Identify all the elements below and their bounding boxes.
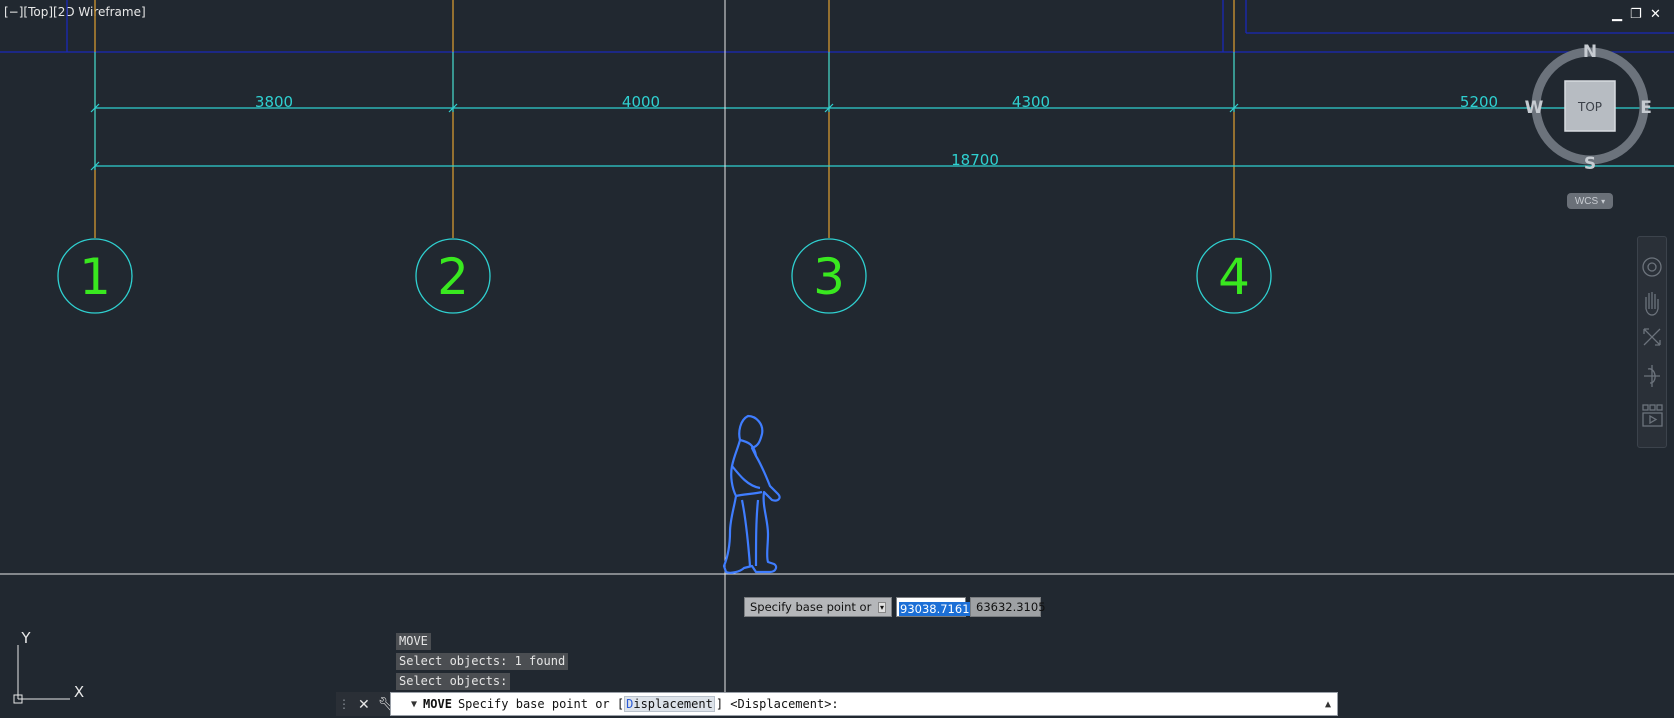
zoom-extents-icon xyxy=(1643,328,1661,346)
showmotion-icon xyxy=(1642,412,1663,427)
dynamic-input-prompt-text: Specify base point or xyxy=(750,600,872,614)
dynamic-input-prompt: Specify base point or ▾ xyxy=(744,597,892,617)
dimension-lines xyxy=(90,52,1674,171)
wcs-label: WCS xyxy=(1574,195,1599,207)
pan-hand-icon xyxy=(1645,292,1659,316)
option-label: isplacement xyxy=(633,697,713,711)
wcs-menu-button[interactable]: WCS ▾ xyxy=(1567,193,1613,209)
dynamic-input-y-field[interactable]: 63632.3105 xyxy=(970,597,1046,617)
crosshair-cursor xyxy=(0,0,1674,692)
dimension-text: 4000 xyxy=(622,93,660,111)
ucs-y-label: Y xyxy=(20,629,31,647)
grid-bubbles xyxy=(57,238,1272,314)
grip-handle-icon[interactable]: ⋮ xyxy=(338,697,350,711)
dynamic-input-x-value: 93038.7161 xyxy=(899,602,971,616)
navigation-bar-icons xyxy=(1642,257,1663,427)
ucs-x-label: X xyxy=(74,683,84,701)
command-prompt-text: Specify base point or [ xyxy=(457,697,625,711)
dynamic-input-x-field[interactable]: 93038.7161 xyxy=(896,597,971,617)
chevron-up-icon[interactable]: ▲ xyxy=(1325,699,1331,710)
steering-wheel-icon xyxy=(1642,257,1662,277)
dimension-text: 4300 xyxy=(1012,93,1050,111)
navigation-bar[interactable] xyxy=(1637,236,1667,448)
viewcube-face-top[interactable]: TOP xyxy=(1577,100,1602,114)
grid-bubble-label: 2 xyxy=(437,248,469,306)
dynamic-input-y-value: 63632.3105 xyxy=(976,600,1046,614)
chevron-down-icon[interactable]: ▼ xyxy=(411,699,417,710)
grid-bubble-label: 1 xyxy=(79,248,111,306)
arrow-down-icon[interactable]: ▾ xyxy=(877,601,886,613)
command-history-line: Select objects: 1 found xyxy=(396,653,569,670)
chevron-down-icon: ▾ xyxy=(1601,196,1606,206)
command-name: MOVE xyxy=(423,697,452,711)
command-line-input[interactable]: ▼ MOVE Specify base point or [ Displacem… xyxy=(390,692,1338,716)
compass-south[interactable]: S xyxy=(1584,154,1596,174)
dimension-text: 18700 xyxy=(951,151,999,169)
orbit-icon xyxy=(1644,365,1660,387)
command-history-line: MOVE xyxy=(396,633,431,650)
grid-bubble-label: 3 xyxy=(813,248,845,306)
compass-west[interactable]: W xyxy=(1525,98,1544,118)
command-history-line: Select objects: xyxy=(396,673,511,690)
dimension-text: 5200 xyxy=(1460,93,1498,111)
command-prompt-suffix: ] <Displacement>: xyxy=(715,697,839,711)
grid-lines xyxy=(94,0,1235,238)
boundary-lines xyxy=(0,0,1674,53)
command-option-displacement[interactable]: Displacement xyxy=(624,696,715,712)
compass-east[interactable]: E xyxy=(1640,98,1652,118)
dimension-text: 3800 xyxy=(255,93,293,111)
ucs-icon xyxy=(13,645,70,704)
grid-bubble-label: 4 xyxy=(1218,248,1250,306)
person-figure-block[interactable] xyxy=(722,414,781,574)
compass-north[interactable]: N xyxy=(1583,42,1597,62)
command-line-tools: ⋮ ✕ 🔧︎ xyxy=(336,692,396,716)
close-icon[interactable]: ✕ xyxy=(358,696,370,713)
